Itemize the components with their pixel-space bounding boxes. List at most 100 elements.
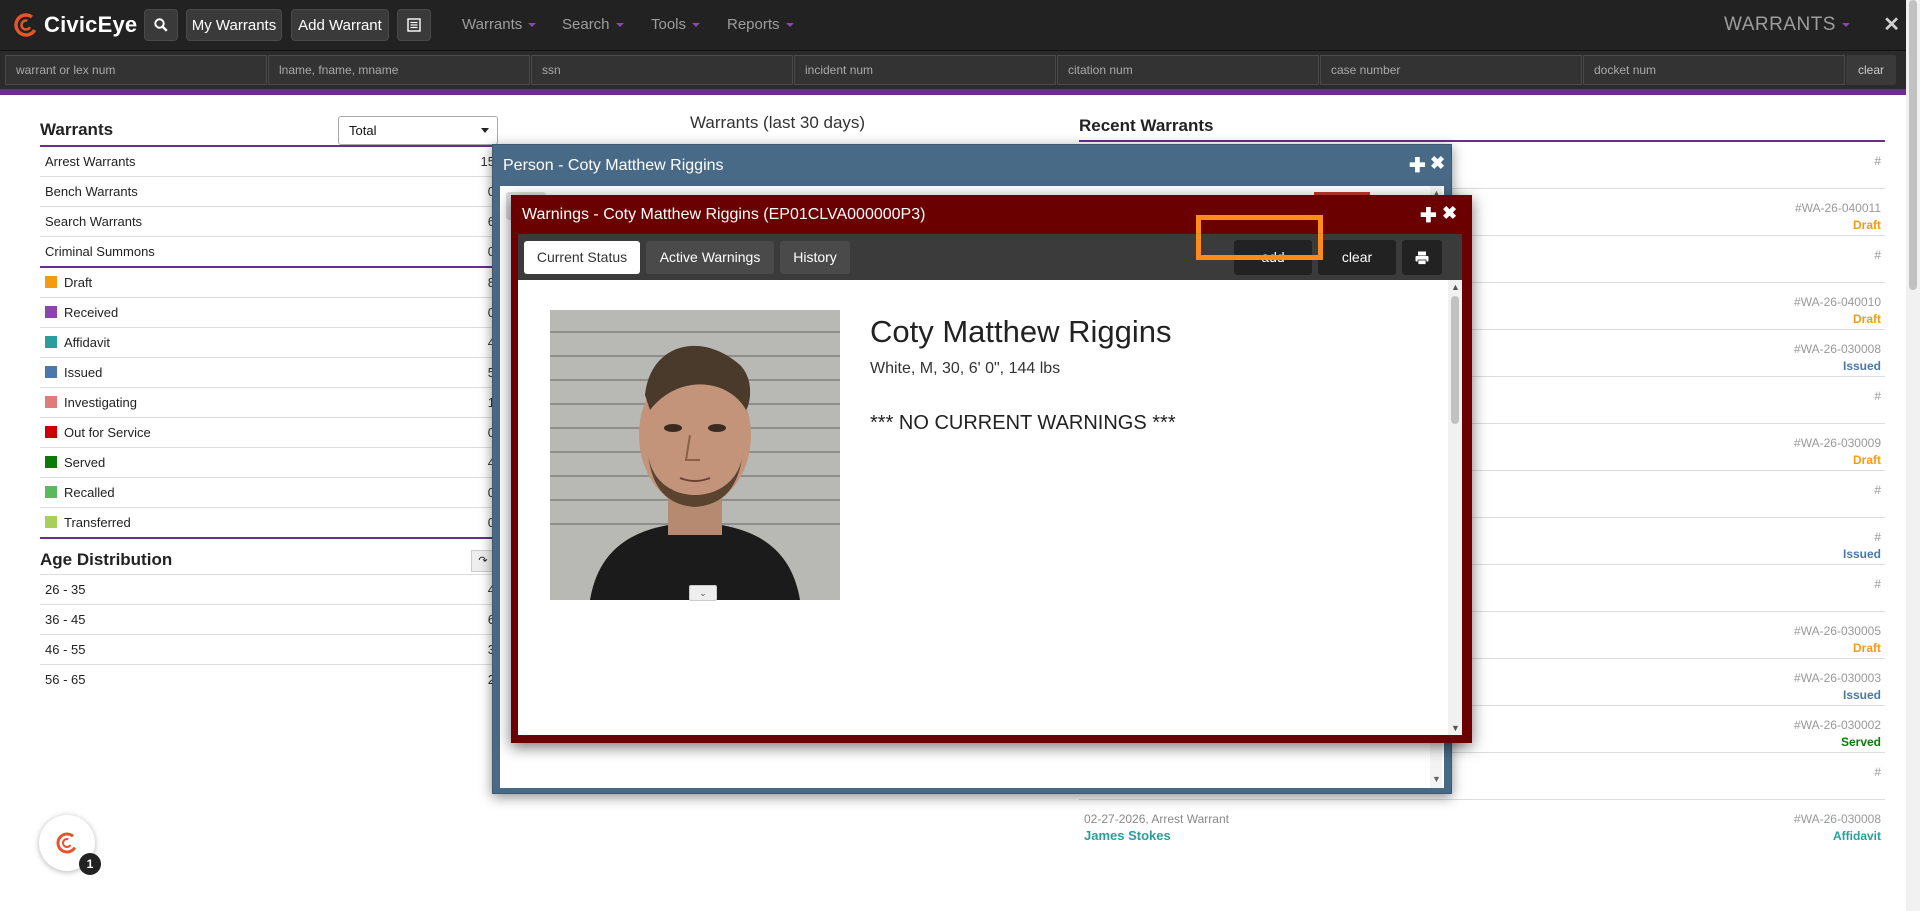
close-icon[interactable]: ✖ [1430, 153, 1445, 174]
warnings-body: ⌄ Coty Matthew Riggins White, M, 30, 6' … [518, 280, 1462, 735]
search-bar: clear [0, 51, 1906, 89]
warrant-type-row[interactable]: Arrest Warrants 15 [40, 147, 495, 177]
age-row[interactable]: 26 - 354 [40, 575, 495, 605]
docket-num-input[interactable] [1583, 55, 1845, 85]
status-badge: Issued [1842, 547, 1881, 561]
menu-warrants[interactable]: Warrants [462, 16, 537, 33]
status-badge: Issued [1842, 688, 1881, 702]
warnings-scrollbar[interactable]: ▲ ▼ [1448, 280, 1462, 735]
add-warrant-button[interactable]: Add Warrant [291, 9, 389, 41]
top-navbar: CivicEye My Warrants Add Warrant Warrant… [0, 0, 1920, 51]
scrollbar-thumb[interactable] [1909, 0, 1917, 290]
plus-icon[interactable]: ✚ [1409, 153, 1426, 178]
status-badge: Draft [1852, 218, 1881, 232]
status-swatch [45, 426, 57, 438]
warrant-number: # [1874, 483, 1881, 497]
person-name: Coty Matthew Riggins [870, 314, 1172, 349]
page-scrollbar[interactable] [1906, 0, 1920, 911]
chevron-down-icon [1842, 22, 1850, 27]
module-switcher[interactable]: WARRANTS [1724, 14, 1850, 36]
status-swatch [45, 486, 57, 498]
print-icon [1415, 251, 1429, 266]
status-badge: Issued [1842, 359, 1881, 373]
name-input[interactable] [268, 55, 530, 85]
status-row-served[interactable]: Served4 [40, 448, 495, 478]
notification-count: 1 [79, 853, 101, 875]
menu-search[interactable]: Search [562, 16, 624, 33]
close-icon[interactable]: ✖ [1442, 203, 1457, 224]
age-row[interactable]: 36 - 456 [40, 605, 495, 635]
status-badge: Served [1840, 735, 1881, 749]
scroll-down-icon[interactable]: ▼ [1451, 723, 1460, 733]
clear-button[interactable]: clear [1318, 240, 1396, 275]
citation-num-input[interactable] [1057, 55, 1319, 85]
warrant-number: # [1874, 577, 1881, 591]
age-header: Age Distribution ↷ [40, 539, 495, 575]
scroll-down-icon[interactable]: ▼ [1432, 774, 1441, 784]
warrant-type-row[interactable]: Bench Warrants0 [40, 177, 495, 207]
status-swatch [45, 306, 57, 318]
status-row-issued[interactable]: Issued5 [40, 358, 495, 388]
status-row-out-for-service[interactable]: Out for Service0 [40, 418, 495, 448]
warrant-number: #WA-26-030008 [1794, 342, 1881, 356]
list-view-button[interactable] [397, 9, 431, 41]
status-row-draft[interactable]: Draft8 [40, 268, 495, 298]
person-description: White, M, 30, 6' 0", 144 lbs [870, 360, 1061, 377]
add-button-highlight [1196, 215, 1323, 260]
warrant-type-row[interactable]: Criminal Summons0 [40, 237, 495, 266]
status-row-recalled[interactable]: Recalled0 [40, 478, 495, 508]
scrollbar-thumb[interactable] [1451, 296, 1459, 424]
photo-expand-button[interactable]: ⌄ [689, 585, 717, 601]
tab-active-warnings[interactable]: Active Warnings [646, 241, 774, 274]
warrant-number: # [1874, 765, 1881, 779]
status-badge: Draft [1852, 312, 1881, 326]
status-swatch [45, 336, 57, 348]
menu-reports[interactable]: Reports [727, 16, 794, 33]
print-button[interactable] [1402, 240, 1442, 275]
warrant-number: #WA-26-040010 [1794, 295, 1881, 309]
status-row-transferred[interactable]: Transferred0 [40, 508, 495, 537]
ssn-input[interactable] [531, 55, 793, 85]
no-warnings-message: *** NO CURRENT WARNINGS *** [870, 412, 1176, 434]
person-link[interactable]: James Stokes [1084, 828, 1171, 843]
clear-search-button[interactable]: clear [1846, 55, 1896, 85]
status-swatch [45, 366, 57, 378]
warrant-type-row[interactable]: Search Warrants6 [40, 207, 495, 237]
warrant-number: #WA-26-030002 [1794, 718, 1881, 732]
mugshot-photo [550, 310, 840, 600]
mugshot-image [550, 310, 840, 600]
status-row-investigating[interactable]: Investigating1 [40, 388, 495, 418]
plus-icon[interactable]: ✚ [1420, 203, 1437, 228]
close-icon[interactable]: ✕ [1883, 12, 1900, 37]
case-number-input[interactable] [1320, 55, 1582, 85]
search-icon [154, 18, 168, 32]
header-divider [0, 89, 1906, 95]
status-badge: Draft [1852, 641, 1881, 655]
list-item[interactable]: 02-27-2026, Arrest Warrant James Stokes … [1079, 800, 1885, 846]
scroll-up-icon[interactable]: ▲ [1451, 282, 1460, 292]
status-row-affidavit[interactable]: Affidavit4 [40, 328, 495, 358]
list-icon [407, 18, 421, 32]
age-row[interactable]: 56 - 652 [40, 665, 495, 694]
warrants-title: Warrants [40, 120, 114, 139]
warrant-num-input[interactable] [5, 55, 267, 85]
search-button[interactable] [144, 9, 178, 41]
total-select[interactable]: Total [338, 116, 498, 145]
status-row-received[interactable]: Received0 [40, 298, 495, 328]
incident-num-input[interactable] [794, 55, 1056, 85]
warrants-header: Warrants Total [40, 110, 498, 147]
app-name: CivicEye [44, 12, 138, 37]
age-row[interactable]: 46 - 553 [40, 635, 495, 665]
app-logo[interactable]: CivicEye [14, 10, 137, 40]
chevron-down-icon [615, 23, 624, 28]
warrant-number: # [1874, 154, 1881, 168]
my-warrants-button[interactable]: My Warrants [186, 9, 282, 41]
warrant-number: #WA-26-040011 [1794, 201, 1881, 215]
tab-history[interactable]: History [780, 241, 850, 274]
tab-current-status[interactable]: Current Status [524, 241, 640, 274]
status-badge: Affidavit [1833, 829, 1881, 843]
status-swatch [45, 276, 57, 288]
notification-button[interactable]: 1 [39, 815, 101, 875]
menu-tools[interactable]: Tools [651, 16, 701, 33]
chevron-down-icon [692, 23, 701, 28]
